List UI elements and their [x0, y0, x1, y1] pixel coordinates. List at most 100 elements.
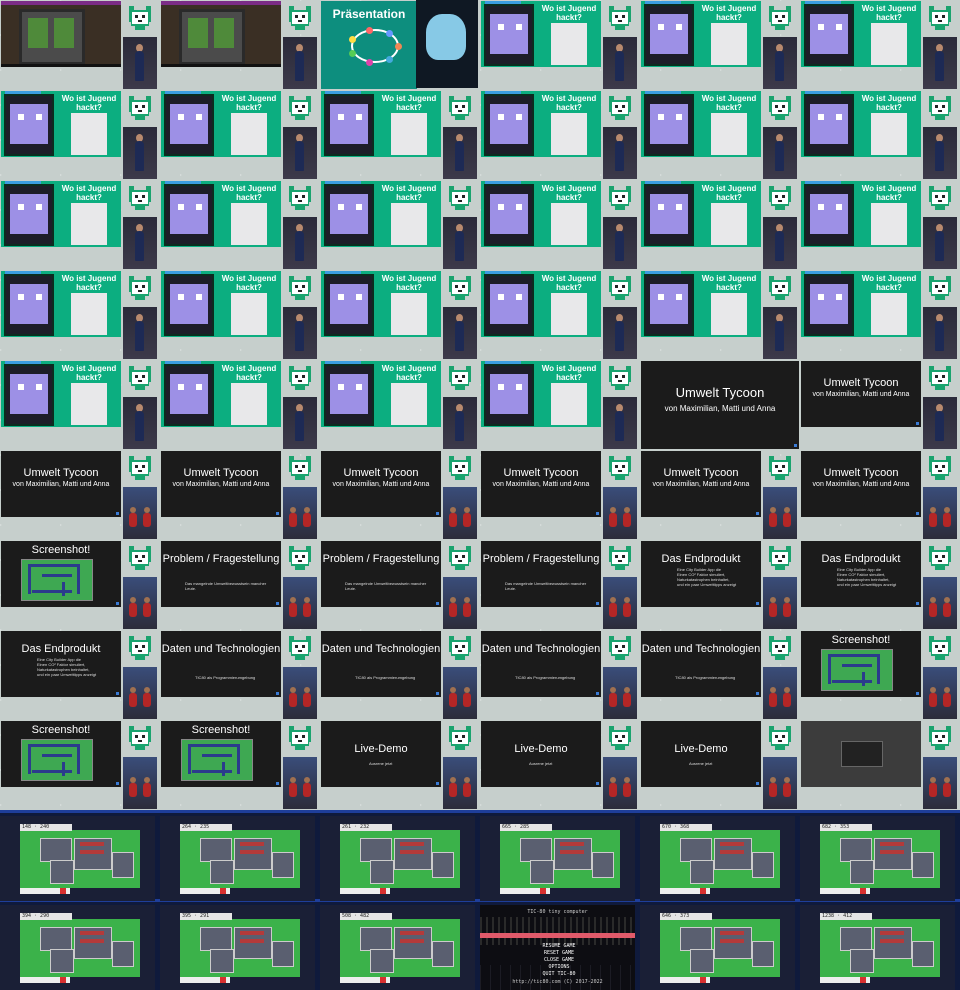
- speaker-camera: [443, 577, 477, 629]
- presenter-body: [615, 321, 624, 351]
- germany-map: [871, 23, 907, 65]
- video-frame: Umwelt Tycoon von Maximilian, Matti und A…: [640, 450, 800, 540]
- presenter-body: [289, 783, 297, 797]
- speaker-camera: [443, 127, 477, 179]
- germany-map: [551, 203, 587, 245]
- game-frame: 670 · 368: [640, 816, 795, 901]
- slide-title: Das Endprodukt: [821, 553, 901, 565]
- slide-nav-dot: [116, 692, 119, 695]
- video-frame: Wo ist Jugend hackt?: [800, 180, 960, 270]
- slide-wo-ist-jugend-hackt: Wo ist Jugend hackt?: [801, 91, 921, 157]
- mascot-eye: [498, 384, 504, 390]
- video-frame: Wo ist Jugend hackt?: [0, 360, 160, 450]
- speaker-camera: [603, 757, 637, 809]
- slide-wo-ist-jugend-hackt: Wo ist Jugend hackt?: [641, 181, 761, 247]
- video-frame: Umwelt Tycoon von Maximilian, Matti und A…: [0, 450, 160, 540]
- pixel-mascot-face: [490, 374, 528, 414]
- tic80-pause-menu: TIC-80 tiny computer RESUME GAME RESET GAM…: [480, 905, 635, 990]
- menu-item[interactable]: RESET GAME: [524, 950, 594, 957]
- factory-block: [720, 842, 744, 846]
- slide-title: Wo ist Jugend hackt?: [221, 184, 277, 202]
- slide-subtitle: von Maximilian, Matti und Anna: [664, 404, 776, 413]
- slide-wo-ist-jugend-hackt: Wo ist Jugend hackt?: [481, 271, 601, 337]
- mascot-eye: [178, 294, 184, 300]
- speaker-camera: [923, 37, 957, 89]
- road-segment: [237, 744, 240, 774]
- mascot-eye: [18, 384, 24, 390]
- presenter-body: [609, 603, 617, 617]
- slide-wo-ist-jugend-hackt: Wo ist Jugend hackt?: [1, 181, 121, 247]
- slide-wo-ist-jugend-hackt: Wo ist Jugend hackt?: [481, 1, 601, 67]
- topic-dot: [385, 55, 393, 63]
- mascot-eye: [836, 114, 842, 120]
- factory-block: [880, 850, 904, 854]
- pixel-mascot-screen: [4, 364, 54, 426]
- resource-counter: 264 · 235: [180, 824, 232, 831]
- slide-nav-dot: [596, 512, 599, 515]
- speaker-camera: [443, 307, 477, 359]
- mascot-eye: [676, 204, 682, 210]
- menu-item[interactable]: RESUME GAME: [524, 943, 594, 950]
- mascot-icon: [449, 276, 471, 300]
- video-frame: Umwelt Tycoon von Maximilian, Matti und A…: [640, 360, 800, 450]
- mascot-icon: [929, 456, 951, 480]
- building: [370, 860, 394, 884]
- speaker-camera: [923, 487, 957, 539]
- pixel-mascot-face: [170, 374, 208, 414]
- factory-block: [720, 850, 744, 854]
- slide-nav-dot: [596, 782, 599, 785]
- video-frame: Wo ist Jugend hackt?: [320, 270, 480, 360]
- mascot-icon: [289, 96, 311, 120]
- menu-item[interactable]: OPTIONS: [524, 964, 594, 971]
- close-marker: [700, 977, 706, 983]
- pixel-mascot-face: [10, 194, 48, 234]
- game-map: [660, 830, 780, 888]
- game-frame: 665 · 285: [480, 816, 635, 901]
- speaker-camera: [603, 667, 637, 719]
- slide-wo-ist-jugend-hackt: Wo ist Jugend hackt?: [641, 271, 761, 337]
- video-frame: Wo ist Jugend hackt?: [160, 180, 320, 270]
- pixel-mascot-face: [170, 284, 208, 324]
- video-frame: Umwelt Tycoon von Maximilian, Matti und A…: [320, 450, 480, 540]
- slide-title: Wo ist Jugend hackt?: [61, 274, 117, 292]
- close-marker: [60, 888, 66, 894]
- menu-item[interactable]: QUIT TIC-80: [524, 971, 594, 978]
- presenter-body: [463, 513, 471, 527]
- factory-block: [400, 842, 424, 846]
- video-frame: Daten und Technologien TIC80 als Programm…: [480, 630, 640, 720]
- speaker-camera: [123, 397, 157, 449]
- mascot-icon: [449, 366, 471, 390]
- mascot-icon: [769, 456, 791, 480]
- slide-title: Umwelt Tycoon: [183, 467, 259, 479]
- slide-title: Screenshot!: [831, 634, 891, 646]
- mascot-icon: [289, 366, 311, 390]
- pixel-mascot-screen: [4, 94, 54, 156]
- resource-counter: 508 · 482: [340, 913, 392, 920]
- factory-block: [400, 931, 424, 935]
- slide-nav-dot: [756, 692, 759, 695]
- mascot-icon: [129, 96, 151, 120]
- speaker-camera: [923, 127, 957, 179]
- speaker-camera: [283, 397, 317, 449]
- road-segment: [77, 744, 80, 774]
- speaker-camera: [443, 487, 477, 539]
- germany-map: [231, 293, 267, 335]
- video-frame: Problem / Fragestellung Das mangelnde Umw…: [160, 540, 320, 630]
- pixel-mascot-face: [810, 14, 848, 54]
- menu-item[interactable]: CLOSE GAME: [524, 957, 594, 964]
- building: [690, 949, 714, 973]
- game-frame: 395 · 291: [160, 905, 315, 990]
- presenter-body: [609, 693, 617, 707]
- window-pane: [54, 18, 74, 48]
- mascot-icon: [609, 6, 631, 30]
- presenter-body: [935, 411, 944, 441]
- mascot-eye: [516, 294, 522, 300]
- game-screenshot: [821, 649, 893, 691]
- mascot-eye: [36, 204, 42, 210]
- speaker-camera: [123, 577, 157, 629]
- presenter-body: [129, 783, 137, 797]
- mascot-icon: [609, 186, 631, 210]
- road-segment: [77, 564, 80, 594]
- video-frame: Problem / Fragestellung Das mangelnde Umw…: [480, 540, 640, 630]
- germany-map: [71, 383, 107, 425]
